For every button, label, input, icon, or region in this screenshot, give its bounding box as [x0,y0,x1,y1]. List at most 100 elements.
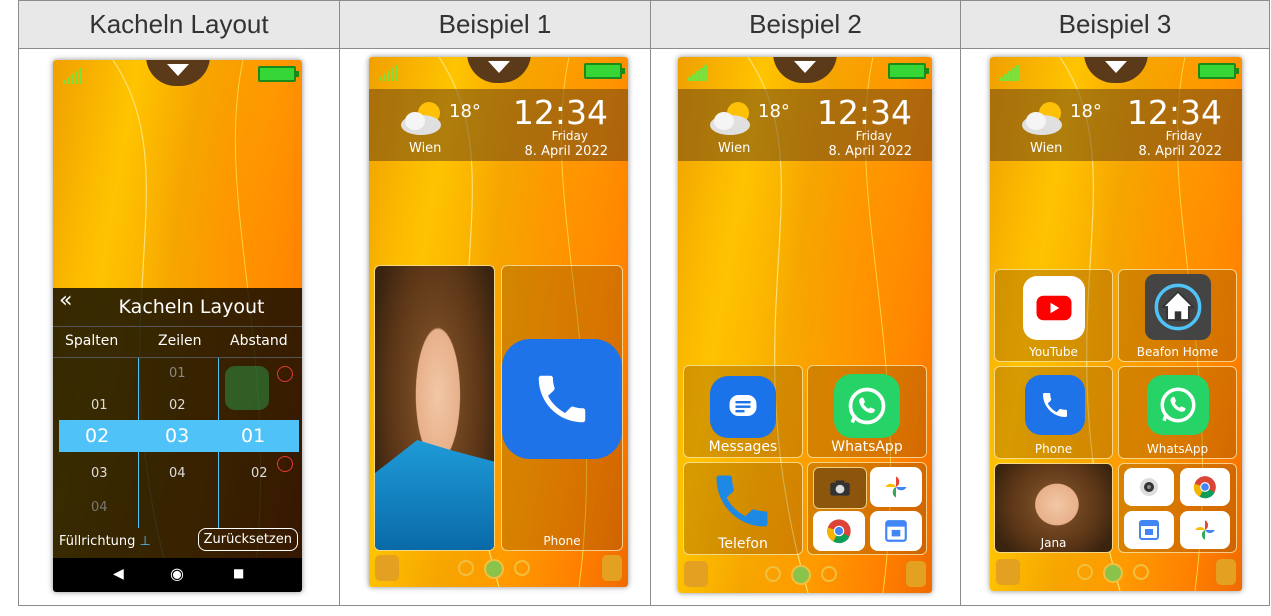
clock-time: 12:34 [1126,93,1222,132]
page-indicator[interactable] [458,560,474,576]
nav-recent-button[interactable]: ■ [233,566,244,580]
youtube-app-label: YouTube [1029,345,1078,359]
column-divider [650,0,651,606]
picker-option[interactable]: 01 [169,366,186,381]
clock-time: 12:34 [816,93,912,132]
column-divider [960,0,961,606]
system-nav-bar: ◀ ◉ ■ [53,558,302,592]
youtube-app-tile[interactable]: YouTube [994,269,1113,362]
picker-option[interactable]: 02 [251,466,268,481]
page-indicator-current[interactable] [1103,563,1123,583]
page-indicator-current[interactable] [791,565,811,585]
bottom-bar [369,549,628,587]
microphone-icon[interactable] [996,559,1020,585]
whatsapp-app-tile[interactable]: WhatsApp [807,365,927,458]
column-label-spalten: Spalten [65,333,119,349]
picker-option[interactable]: 01 [91,398,108,413]
weather-clock-widget[interactable]: 18° Wien 12:34 Friday 8. April 2022 [369,89,628,161]
messages-icon [710,376,776,438]
weekday: Friday [551,129,588,143]
nav-home-button[interactable]: ◉ [170,564,184,583]
city-name: Wien [1030,141,1063,156]
app-folder-tile[interactable] [1118,463,1237,553]
contact-tile[interactable]: Jana [994,463,1113,553]
picker-option[interactable]: 02 [169,398,186,413]
weather-clock-widget[interactable]: 18° Wien 12:34 Friday 8. April 2022 [678,89,932,161]
nav-back-button[interactable]: ◀ [113,566,124,582]
whatsapp-icon [834,374,900,438]
phone-screen-layout-settings: « Kacheln Layout Spalten Zeilen Abstand … [53,60,302,592]
picker-option[interactable]: 04 [91,500,108,515]
page-indicator-current[interactable] [484,559,504,579]
app-folder-tile[interactable] [807,462,927,555]
header-divider [18,48,1270,49]
phone-app-label: Phone [1034,442,1073,456]
phone-screen-example-1: 18° Wien 12:34 Friday 8. April 2022 Phon… [369,57,628,587]
picker-option[interactable]: 04 [169,466,186,481]
phone-app-tile[interactable]: Phone [501,265,623,551]
picker-option[interactable]: 03 [91,466,108,481]
messages-app-tile[interactable]: Messages [683,365,803,458]
phone-app-tile[interactable]: Phone [994,366,1113,459]
signal-icon [1000,65,1019,81]
whatsapp-app-tile[interactable]: WhatsApp [1118,366,1237,459]
phone-icon [502,339,622,459]
column-label-zeilen: Zeilen [158,333,202,349]
panel-title: Kacheln Layout [118,296,265,318]
column-header-example-2: Beispiel 2 [651,1,960,48]
contact-name: Jana [1040,536,1067,550]
chrome-icon[interactable] [813,511,865,551]
phone-screen-example-3: 18° Wien 12:34 Friday 8. April 2022 YouT… [990,57,1242,591]
page-indicator[interactable] [821,566,837,582]
page-indicator[interactable] [1133,564,1149,580]
selected-abstand[interactable]: 01 [241,425,265,447]
selected-zeilen[interactable]: 03 [165,425,189,447]
column-header-layout: Kacheln Layout [19,1,339,48]
clock-time: 12:34 [512,93,608,132]
beafon-home-app-tile[interactable]: Beafon Home [1118,269,1237,362]
weather-clock-widget[interactable]: 18° Wien 12:34 Friday 8. April 2022 [990,89,1242,161]
reset-button[interactable]: Zurücksetzen [197,528,298,551]
messages-app-label: Messages [708,439,778,455]
date: 8. April 2022 [1138,144,1222,159]
date: 8. April 2022 [524,144,608,159]
signal-icon [379,65,398,81]
microphone-icon[interactable] [375,555,399,581]
partly-cloudy-icon [1022,102,1062,135]
camera-icon[interactable] [813,467,867,509]
page-indicator[interactable] [765,566,781,582]
youtube-icon [1023,276,1085,340]
photos-icon[interactable] [870,467,922,507]
partly-cloudy-icon [710,102,750,135]
calendar-icon[interactable] [870,511,922,551]
more-menu-icon[interactable] [1216,559,1236,585]
more-menu-icon[interactable] [602,555,622,581]
battery-icon [888,63,929,79]
fill-direction-label[interactable]: Füllrichtung ⊥ [59,534,151,549]
date: 8. April 2022 [828,144,912,159]
camera-icon[interactable] [1124,468,1174,506]
city-name: Wien [409,141,442,156]
battery-icon [1198,63,1239,79]
column-label-abstand: Abstand [230,333,288,349]
phone-icon [1025,375,1085,435]
contact-photo-tile[interactable] [374,265,495,551]
column-divider [339,0,340,606]
whatsapp-icon [1147,375,1209,435]
temperature: 18° [758,101,790,122]
photos-icon[interactable] [1180,511,1230,549]
column-header-example-1: Beispiel 1 [340,1,650,48]
signal-icon [63,68,82,84]
fill-direction-icon: ⊥ [139,534,151,549]
page-indicator[interactable] [514,560,530,576]
page-indicator[interactable] [1077,564,1093,580]
chrome-icon[interactable] [1180,468,1230,506]
calendar-icon[interactable] [1124,511,1174,549]
column-header-example-3: Beispiel 3 [961,1,1269,48]
phone-app-label: Phone [543,534,581,548]
signal-icon [688,65,707,81]
microphone-icon[interactable] [684,561,708,587]
telefon-app-tile[interactable]: Telefon [683,462,803,555]
selected-spalten[interactable]: 02 [85,425,109,447]
more-menu-icon[interactable] [906,561,926,587]
